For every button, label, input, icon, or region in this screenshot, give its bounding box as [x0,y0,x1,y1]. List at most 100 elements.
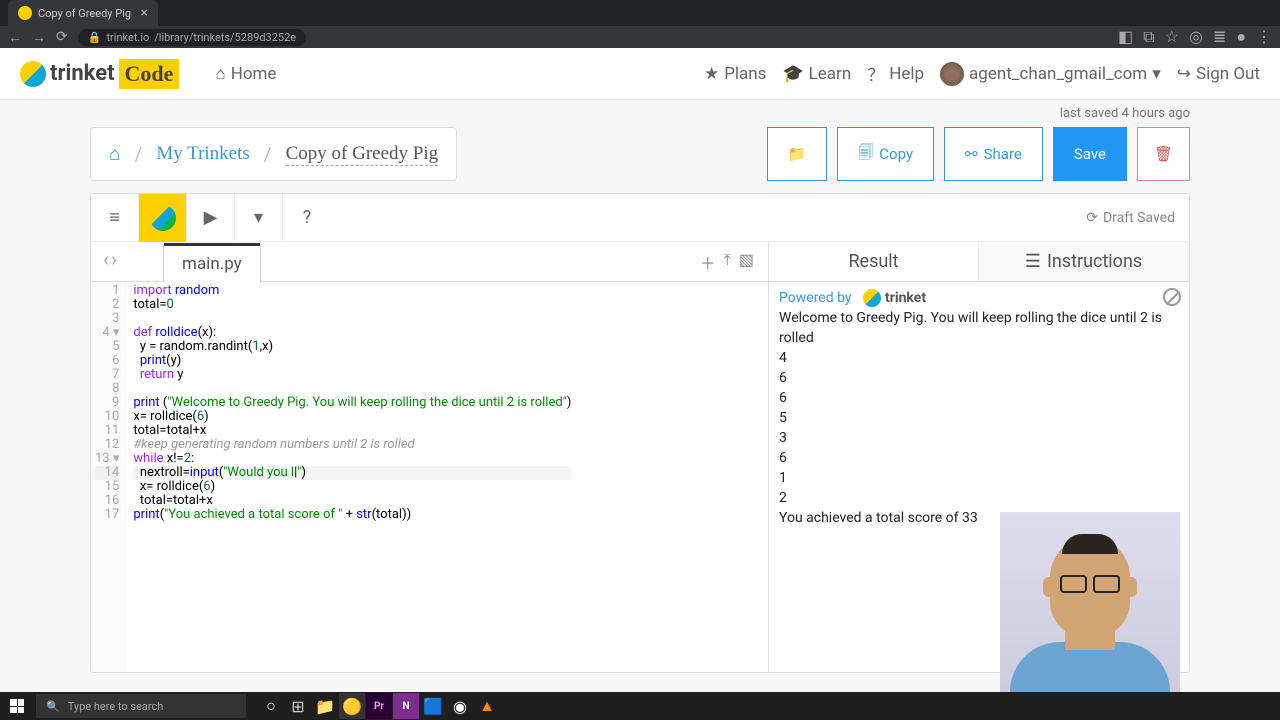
code-editor[interactable]: 1 2 3 4 ▾5 6 7 8 9 10 11 12 13 ▾14 15 16… [91,282,768,672]
line-number: 10 [95,410,119,424]
line-number: 16 [95,494,119,508]
run-options-button[interactable]: ▾ [235,194,283,242]
ide-help-button[interactable]: ? [283,194,331,242]
code-line[interactable]: def rolldice(x): [133,326,571,340]
forward-icon[interactable]: → [32,29,46,46]
breadcrumb-my-trinkets[interactable]: My Trinkets [156,143,249,165]
tab-instructions[interactable]: ☰Instructions [979,242,1189,281]
line-number: 5 [95,340,119,354]
folder-button[interactable]: 📁 [767,127,828,181]
logo[interactable]: trinket Code [20,59,179,89]
copy-icon: 🗐 [858,142,873,167]
share-button[interactable]: ⚯Share [944,127,1043,181]
ext-icon[interactable]: ⧉ [1143,27,1154,47]
vlc-icon[interactable]: ▲ [474,693,500,719]
code-line[interactable]: return y [133,368,571,382]
trinket-icon [863,289,881,307]
browser-tab[interactable]: Copy of Greedy Pig × [8,0,158,26]
output-line: Welcome to Greedy Pig. You will keep rol… [779,308,1179,348]
ext-icon[interactable]: ◧ [1118,27,1133,47]
code-line[interactable] [133,382,571,396]
avatar [940,62,964,86]
tab-favicon-icon [18,6,32,20]
code-line[interactable]: import random [133,284,571,298]
code-line[interactable]: total=total+x [133,494,571,508]
ext-icon[interactable]: ☆ [1165,27,1179,47]
code-line[interactable]: print(y) [133,354,571,368]
breadcrumb-home-icon[interactable]: ⌂ [109,142,120,166]
output-line: 3 [779,428,1179,448]
ide-menu-button[interactable]: ≡ [91,194,139,242]
delete-button[interactable]: 🗑 [1137,127,1190,181]
tab-close-icon[interactable]: × [141,5,148,21]
line-number: 12 [95,438,119,452]
reload-icon[interactable]: ⟳ [56,29,68,45]
nav-help[interactable]: ？Help [867,61,924,86]
code-line[interactable]: nextroll=input("Would you l|") [133,466,571,480]
tab-next-icon[interactable]: › [111,247,117,271]
graduation-icon: 🎓 [782,64,803,84]
share-icon: ⚯ [965,145,978,163]
refresh-icon: ⟳ [1086,210,1098,226]
lock-icon: 🔒 [88,31,102,44]
address-bar[interactable]: 🔒 trinket.io/library/trinkets/5289d3252e [78,29,306,46]
nav-user[interactable]: agent_chan_gmail_com ▾ [940,62,1161,86]
save-button[interactable]: Save [1053,127,1127,181]
app-icon[interactable]: 🟦 [420,693,446,719]
folder-icon: 📁 [788,145,807,163]
output-line: 1 [779,468,1179,488]
cortana-icon[interactable]: ○ [258,693,284,719]
code-line[interactable]: print("You achieved a total score of " +… [133,508,571,522]
code-line[interactable]: x= rolldice(6) [133,410,571,424]
profile-icon[interactable]: ● [1236,27,1246,47]
url-path: /library/trinkets/5289d3252e [154,31,296,44]
task-view-icon[interactable]: ⊞ [285,693,311,719]
premiere-icon[interactable]: Pr [366,693,392,719]
code-line[interactable]: y = random.randint(1,x) [133,340,571,354]
taskbar-search[interactable]: 🔍Type here to search [36,694,246,718]
logo-icon [20,61,46,87]
nav-signout[interactable]: ↪Sign Out [1177,64,1260,84]
code-line[interactable] [133,312,571,326]
code-line[interactable]: print ("Welcome to Greedy Pig. You will … [133,396,571,410]
line-number: 6 [95,354,119,368]
nav-home[interactable]: ⌂Home [215,64,276,84]
nav-plans[interactable]: ★Plans [704,64,767,84]
run-button[interactable]: ▶ [187,194,235,242]
obs-icon[interactable]: ◉ [447,693,473,719]
code-line[interactable]: #keep generating random numbers until 2 … [133,438,571,452]
list-icon: ☰ [1025,251,1041,272]
copy-button[interactable]: 🗐Copy [837,127,934,181]
file-tab-main[interactable]: main.py [163,245,261,282]
line-number: 11 [95,424,119,438]
line-number: 7 [95,368,119,382]
image-lib-icon[interactable]: ▧ [739,250,754,274]
ext-icon[interactable]: ◎ [1189,27,1203,47]
add-file-icon[interactable]: ＋ [700,250,716,274]
nav-learn[interactable]: 🎓Learn [782,64,851,84]
code-line[interactable]: x= rolldice(6) [133,480,571,494]
upload-icon[interactable]: ⤒ [724,250,731,274]
explorer-icon[interactable]: 📁 [312,693,338,719]
code-line[interactable]: while x!=2: [133,452,571,466]
menu-icon[interactable]: ⋮ [1256,27,1272,47]
chevron-down-icon: ▾ [1152,64,1161,84]
trinket-icon [150,205,176,231]
tab-prev-icon[interactable]: ‹ [103,247,109,271]
taskbar-icons: ○ ⊞ 📁 🟡 Pr N 🟦 ◉ ▲ [258,693,500,719]
stop-icon[interactable] [1163,288,1181,306]
ide-logo-button[interactable] [139,194,187,242]
code-text[interactable]: import randomtotal=0 def rolldice(x): y … [127,282,577,672]
tab-title: Copy of Greedy Pig [38,7,131,20]
onenote-icon[interactable]: N [393,693,419,719]
chrome-icon[interactable]: 🟡 [339,693,365,719]
tab-result[interactable]: Result [769,242,979,281]
ext-icon[interactable]: ≣ [1213,27,1226,47]
logo-code-label: Code [119,59,180,89]
code-line[interactable]: total=0 [133,298,571,312]
back-icon[interactable]: ← [8,29,22,46]
breadcrumb-current[interactable]: Copy of Greedy Pig [286,143,439,166]
code-line[interactable]: total=total+x [133,424,571,438]
windows-taskbar[interactable]: 🔍Type here to search ○ ⊞ 📁 🟡 Pr N 🟦 ◉ ▲ [0,692,1280,720]
start-button[interactable] [0,692,34,720]
